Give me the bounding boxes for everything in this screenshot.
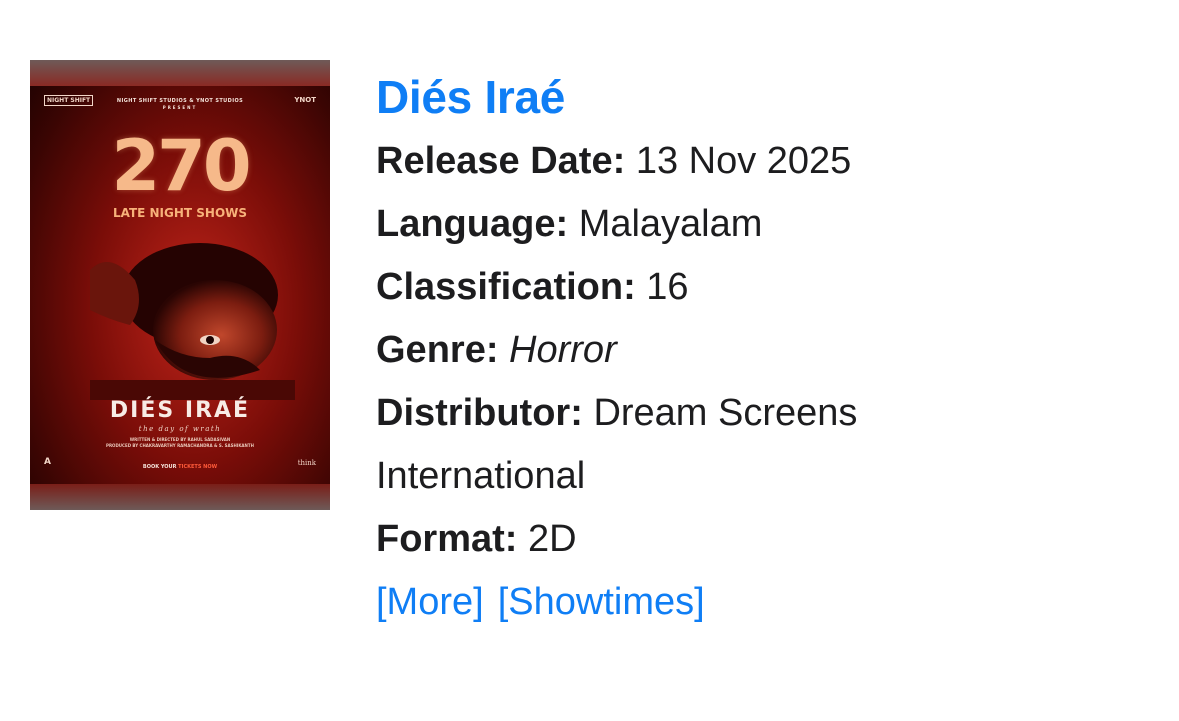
genre-row: Genre: Horror [376,319,956,382]
poster-tagline: the day of wrath [138,425,222,433]
format-row: Format: 2D [376,508,956,571]
poster-credits-line2: PRODUCED BY CHAKRAVARTHY RAMACHANDRA & S… [106,443,254,448]
movie-poster[interactable]: NIGHT SHIFT YNOT NIGHT SHIFT STUDIOS & Y… [30,60,330,510]
language-row: Language: Malayalam [376,193,956,256]
poster-present: PRESENT [162,105,198,110]
poster-credits: WRITTEN & DIRECTED BY RAHUL SADASIVAN PR… [50,437,310,449]
action-links: [More] [Showtimes] [376,571,956,634]
poster-book-prefix: BOOK YOUR [142,464,177,470]
classification-row: Classification: 16 [376,256,956,319]
distributor-value-line2: International [376,455,586,497]
more-link[interactable]: [More] [376,581,484,623]
poster-book-highlight: TICKETS NOW [178,464,218,470]
genre-label: Genre: [376,329,499,371]
release-date-value: 13 Nov 2025 [635,140,852,182]
language-label: Language: [376,203,569,245]
release-date-label: Release Date: [376,140,626,182]
release-date-row: Release Date: 13 Nov 2025 [376,130,956,193]
distributor-value-line1: Dream Screens [593,392,858,434]
poster-top-band [30,60,330,86]
poster-big-number: 270 [111,125,251,207]
classification-label: Classification: [376,266,636,308]
poster-title: DIÉS IRAÉ [109,398,251,423]
showtimes-link[interactable]: [Showtimes] [498,581,705,623]
distributor-row-continued: International [376,445,956,508]
classification-value: 16 [646,266,689,308]
format-label: Format: [376,518,518,560]
poster-bottom-band [30,484,330,510]
genre-value: Horror [509,329,617,371]
poster-shows-text: LATE NIGHT SHOWS [112,206,248,220]
poster-sponsor-logo: think [297,459,316,467]
poster-studios: NIGHT SHIFT STUDIOS & YNOT STUDIOS PRESE… [30,98,330,110]
poster-book-tickets: BOOK YOUR TICKETS NOW [30,464,330,470]
movie-title-link[interactable]: Diés Iraé [376,68,956,126]
poster-face-illustration [90,243,295,400]
poster-studios-line: NIGHT SHIFT STUDIOS & YNOT STUDIOS [116,98,244,104]
distributor-label: Distributor: [376,392,583,434]
movie-details: Diés Iraé Release Date: 13 Nov 2025 Lang… [376,68,956,634]
language-value: Malayalam [578,203,763,245]
format-value: 2D [528,518,577,560]
distributor-row: Distributor: Dream Screens [376,382,956,445]
